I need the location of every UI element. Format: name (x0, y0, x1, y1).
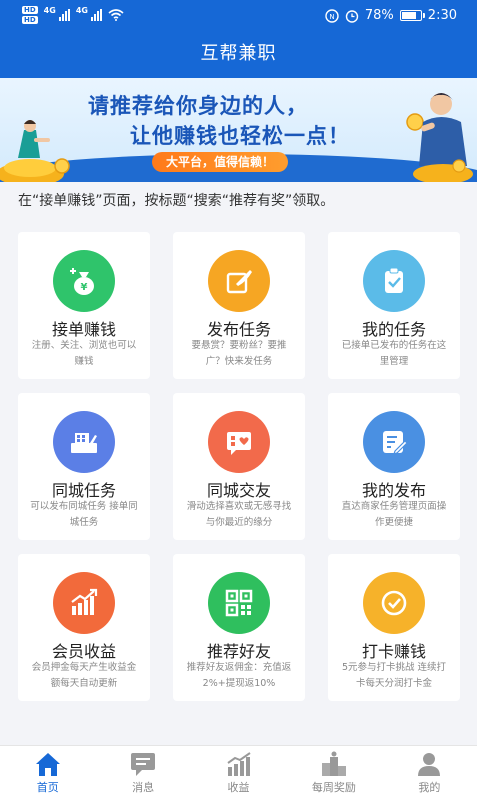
growth-chart-icon (53, 572, 115, 634)
user-icon (418, 753, 441, 776)
svg-text:N: N (329, 13, 334, 21)
alarm-icon (345, 9, 359, 23)
card-title: 会员收益 (51, 642, 116, 661)
home-icon (35, 753, 60, 776)
tab-label: 我的 (418, 781, 441, 794)
tab-earnings[interactable]: 收益 (191, 746, 286, 797)
card-description: 会员押金每天产生收益金额每天自动更新 (31, 662, 137, 689)
hd-badge: HD (22, 16, 38, 24)
card-description: 已接单已发布的任务在这里管理 (341, 340, 447, 367)
tab-label: 收益 (227, 781, 250, 794)
podium-icon (321, 751, 346, 776)
card-description: 直达商家任务管理页面操作更便捷 (341, 501, 447, 528)
hd-indicators: HD HD (22, 6, 38, 24)
card-title: 我的任务 (361, 320, 426, 339)
card-title: 我的发布 (361, 481, 426, 500)
feature-grid: ¥ 接单赚钱 注册、关注、浏览也可以赚钱 发布任务 要悬赏？要粉丝？要推广？快来… (18, 232, 460, 701)
card-member-earnings[interactable]: 会员收益 会员押金每天产生收益金额每天自动更新 (18, 554, 150, 701)
tab-messages[interactable]: 消息 (95, 746, 190, 797)
card-local-tasks[interactable]: 同城任务 可以发布同城任务 接单同城任务 (18, 393, 150, 540)
coin-pile-illustration (0, 120, 70, 182)
nfc-icon: N (325, 8, 339, 23)
signal-icon (58, 9, 70, 21)
banner-headline: 请推荐给你身边的人， (88, 94, 308, 118)
status-left: HD HD 4G 4G (22, 6, 124, 24)
money-bag-icon: ¥ (53, 250, 115, 312)
instruction-text: 在“接单赚钱”页面，按标题“搜索“推荐有奖”领取。 (18, 193, 335, 209)
earnings-chart-icon (226, 752, 251, 776)
card-my-posts[interactable]: 我的发布 直达商家任务管理页面操作更便捷 (328, 393, 460, 540)
card-title: 发布任务 (206, 320, 271, 339)
network-type: 4G (43, 5, 56, 15)
message-icon (131, 753, 156, 776)
card-description: 滑动选择喜欢或无感寻找与你最近的缘分 (186, 501, 292, 528)
tab-label: 每周奖励 (311, 781, 356, 794)
card-my-tasks[interactable]: 我的任务 已接单已发布的任务在这里管理 (328, 232, 460, 379)
clipboard-icon (363, 250, 425, 312)
check-badge-icon (363, 572, 425, 634)
card-description: 5元参与打卡挑战 连续打卡每天分润打卡金 (341, 662, 447, 689)
svg-text:¥: ¥ (81, 282, 88, 293)
card-accept-orders[interactable]: ¥ 接单赚钱 注册、关注、浏览也可以赚钱 (18, 232, 150, 379)
banner-slogan: 大平台，值得信赖！ (152, 152, 289, 172)
qr-code-icon (208, 572, 270, 634)
status-right: N 78% 2:30 (325, 8, 457, 23)
card-publish-task[interactable]: 发布任务 要悬赏？要粉丝？要推广？快来发任务 (173, 232, 305, 379)
tab-label: 首页 (36, 781, 59, 794)
tab-label: 消息 (132, 781, 155, 794)
battery-icon (399, 10, 425, 21)
card-title: 同城交友 (206, 481, 271, 500)
banner-subheadline: 让他赚钱也轻松一点！ (130, 124, 350, 148)
signal-icon (90, 9, 102, 21)
battery-fill (401, 12, 416, 19)
edit-doc-icon (363, 411, 425, 473)
page-title: 互帮兼职 (200, 43, 277, 64)
card-checkin-earn[interactable]: 打卡赚钱 5元参与打卡挑战 连续打卡每天分润打卡金 (328, 554, 460, 701)
wifi-icon (108, 9, 124, 21)
card-local-dating[interactable]: 同城交友 滑动选择喜欢或无感寻找与你最近的缘分 (173, 393, 305, 540)
card-description: 可以发布同城任务 接单同城任务 (30, 501, 138, 528)
hd-badge: HD (22, 6, 38, 14)
card-title: 同城任务 (51, 481, 116, 500)
tab-weekly-rewards[interactable]: 每周奖励 (286, 746, 381, 797)
status-bar: HD HD 4G 4G N 78% 2:30 (0, 0, 477, 34)
heart-chat-icon (208, 411, 270, 473)
card-title: 推荐好友 (206, 642, 271, 661)
card-title: 打卡赚钱 (361, 642, 426, 661)
card-title: 接单赚钱 (51, 320, 116, 339)
tab-profile[interactable]: 我的 (382, 746, 477, 797)
battery-percent: 78% (364, 8, 394, 23)
publish-icon (208, 250, 270, 312)
clock: 2:30 (427, 8, 457, 23)
card-description: 注册、关注、浏览也可以赚钱 (31, 340, 137, 367)
promo-banner[interactable]: 请推荐给你身边的人， 让他赚钱也轻松一点！ 大平台，值得信赖！ (0, 78, 477, 182)
card-description: 要悬赏？要粉丝？要推广？快来发任务 (191, 340, 287, 367)
network-type: 4G (75, 5, 88, 15)
tab-home[interactable]: 首页 (0, 746, 95, 797)
card-refer-friends[interactable]: 推荐好友 推荐好友返佣金：充值返2%+提现返10% (173, 554, 305, 701)
person-illustration (406, 93, 473, 182)
card-description: 推荐好友返佣金：充值返2%+提现返10% (186, 662, 292, 689)
header: 互帮兼职 (0, 34, 477, 78)
shop-icon (53, 411, 115, 473)
bottom-tab-bar: 首页 消息 收益 每周奖励 我的 (0, 745, 477, 797)
